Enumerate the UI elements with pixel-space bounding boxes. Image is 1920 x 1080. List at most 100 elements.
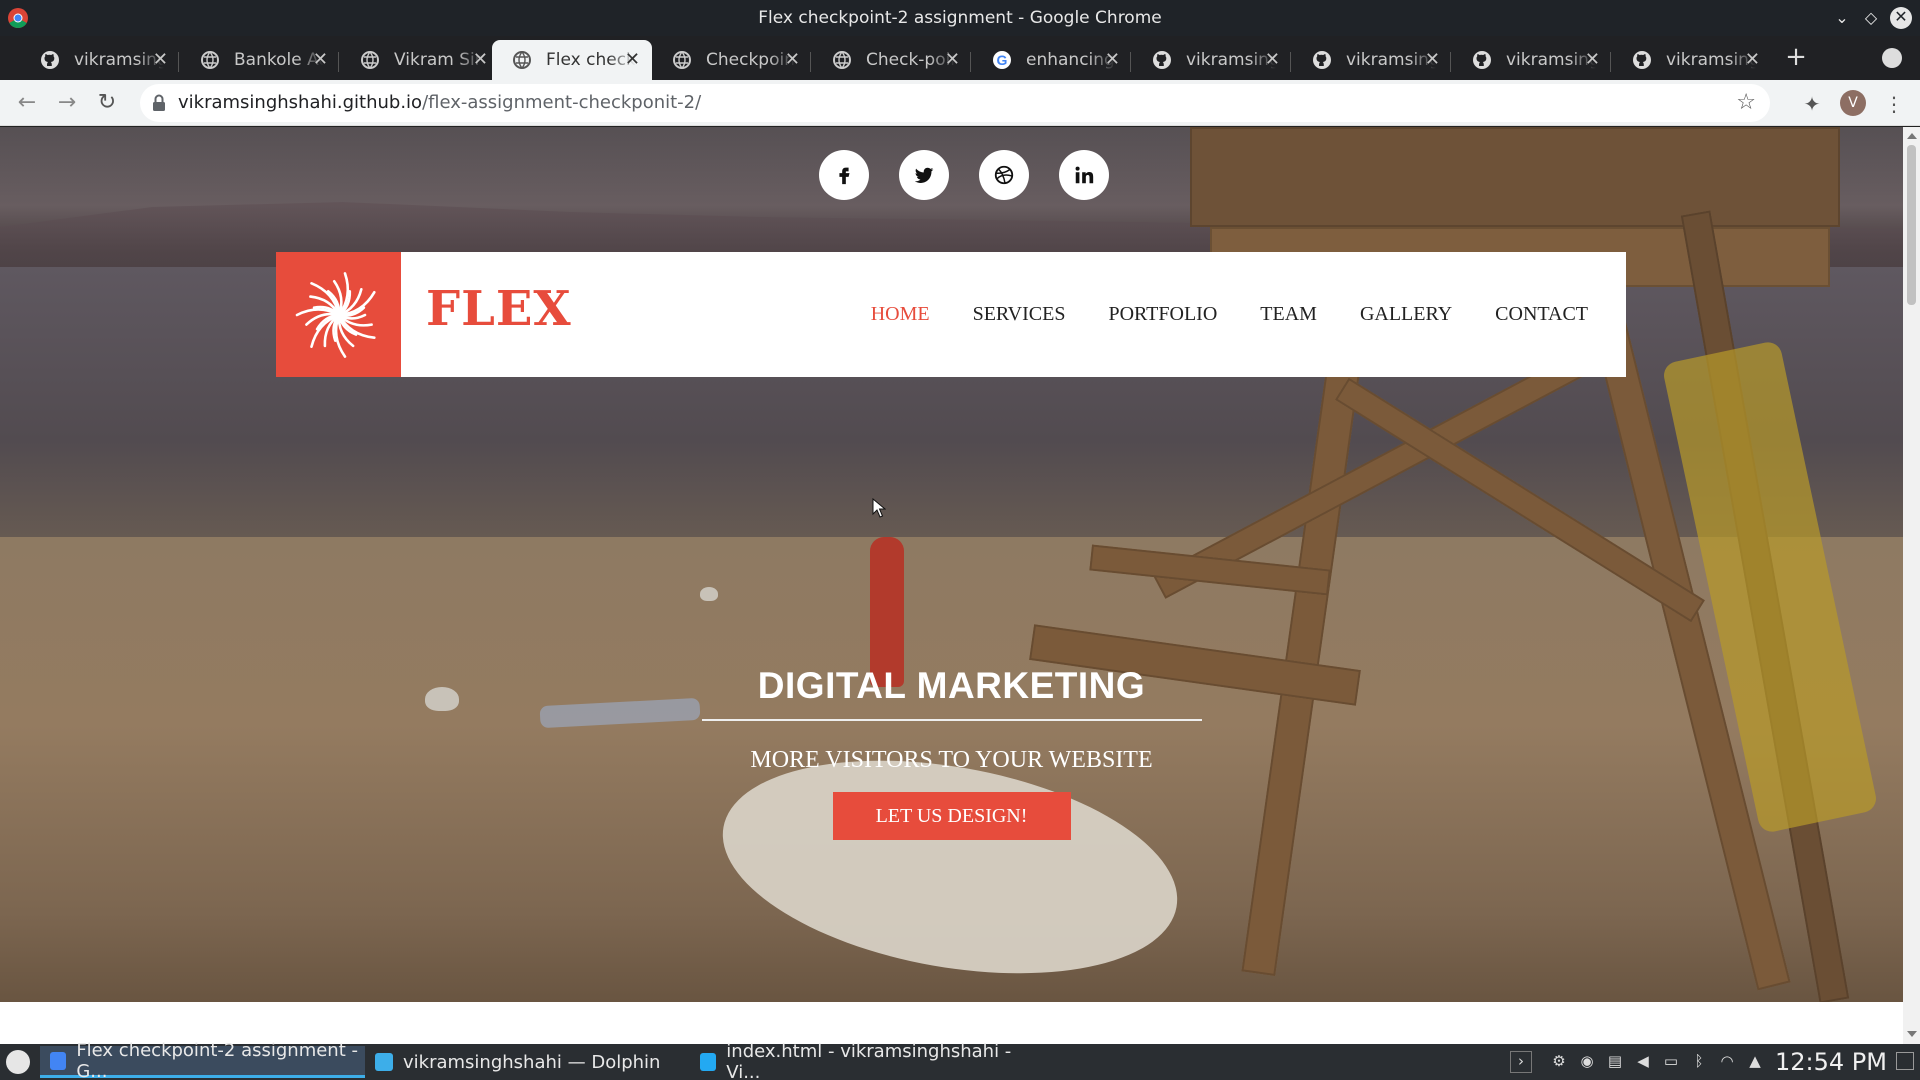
linkedin-icon — [1075, 166, 1094, 184]
svg-text:G: G — [997, 52, 1008, 68]
mouse-cursor-icon — [872, 498, 886, 518]
close-tab-icon[interactable]: ✕ — [313, 50, 328, 70]
scroll-up-arrow-icon[interactable] — [1907, 133, 1917, 139]
globe-icon — [513, 51, 531, 69]
globe-icon — [201, 51, 219, 69]
extensions-puzzle-icon[interactable]: ✦ — [1800, 92, 1824, 116]
address-bar[interactable]: vikramsinghshahi.github.io/flex-assignme… — [140, 84, 1770, 122]
close-tab-icon[interactable]: ✕ — [1425, 50, 1440, 70]
close-tab-icon[interactable]: ✕ — [473, 50, 488, 70]
profile-avatar[interactable]: V — [1840, 90, 1866, 116]
tray-notification-icon[interactable]: ⚙ — [1550, 1052, 1568, 1070]
browser-tab[interactable]: Vikram Singh Shahi✕ — [340, 40, 500, 80]
reload-icon[interactable]: ↻ — [94, 90, 120, 116]
tab-title: Check-point — [866, 50, 956, 70]
facebook-link[interactable] — [819, 150, 869, 200]
browser-tab[interactable]: Checkpoint ✕ — [652, 40, 812, 80]
back-arrow-icon[interactable]: ← — [14, 90, 40, 116]
tray-battery-icon[interactable]: ▭ — [1662, 1052, 1680, 1070]
task-label: Flex checkpoint-2 assignment - G... — [76, 1039, 358, 1080]
nav-portfolio[interactable]: PORTFOLIO — [1108, 303, 1217, 326]
tab-strip: vikramsinghshahi✕Bankole Adebayo✕Vikram … — [0, 36, 1920, 80]
close-tab-icon[interactable]: ✕ — [785, 50, 800, 70]
tab-title: Checkpoint — [706, 50, 796, 70]
show-desktop-icon[interactable] — [1896, 1052, 1914, 1070]
tab-search-icon[interactable] — [1882, 48, 1902, 68]
scroll-down-arrow-icon[interactable] — [1907, 1031, 1917, 1037]
nav-gallery[interactable]: GALLERY — [1360, 303, 1452, 326]
close-tab-icon[interactable]: ✕ — [625, 50, 640, 70]
let-us-design-button[interactable]: LET US DESIGN! — [832, 792, 1071, 840]
page-next-section — [0, 1002, 1903, 1044]
os-taskbar: › ⚙ ◉ ▤ ◀ ▭ ᛒ ◠ ▲ 12:54 PM Flex checkpoi… — [0, 1040, 1920, 1080]
close-window-icon[interactable]: ✕ — [1890, 7, 1912, 29]
chrome-icon — [50, 1051, 67, 1070]
browser-tab[interactable]: Genhancing ✕ — [972, 40, 1132, 80]
browser-tab[interactable]: vikramsinghshahi✕ — [1612, 40, 1772, 80]
tab-title: vikramsinghshahi — [1186, 50, 1276, 70]
dribbble-link[interactable] — [979, 150, 1029, 200]
taskbar-task[interactable]: index.html - vikramsinghshahi - Vi... — [690, 1041, 1020, 1080]
url-host: vikramsinghshahi.github.io — [178, 92, 423, 113]
hero-section: DIGITAL MARKETING MORE VISITORS TO YOUR … — [0, 667, 1903, 840]
app-launcher-icon[interactable] — [6, 1050, 30, 1074]
task-label: index.html - vikramsinghshahi - Vi... — [726, 1041, 1012, 1080]
browser-tab[interactable]: Check-point✕ — [812, 40, 972, 80]
close-tab-icon[interactable]: ✕ — [1105, 50, 1120, 70]
scrollbar-thumb[interactable] — [1907, 145, 1916, 305]
maximize-icon[interactable]: ◇ — [1861, 8, 1881, 28]
bookmark-star-icon[interactable]: ☆ — [1736, 92, 1756, 114]
minimize-icon[interactable]: ⌄ — [1832, 8, 1852, 28]
browser-tab[interactable]: Flex checkpoint-2 assignment✕ — [492, 40, 652, 80]
tab-separator — [1610, 52, 1611, 72]
close-tab-icon[interactable]: ✕ — [153, 50, 168, 70]
forward-arrow-icon[interactable]: → — [54, 90, 80, 116]
google-icon: G — [993, 51, 1011, 69]
dribbble-icon — [994, 165, 1014, 185]
nav-contact[interactable]: CONTACT — [1495, 303, 1588, 326]
site-brand[interactable]: FLEX — [426, 252, 572, 367]
site-logo[interactable] — [276, 252, 401, 377]
tray-wifi-icon[interactable]: ◠ — [1718, 1052, 1736, 1070]
nav-home[interactable]: HOME — [871, 303, 930, 326]
nav-services[interactable]: SERVICES — [973, 303, 1066, 326]
tray-arrow-up-icon[interactable]: ▲ — [1746, 1052, 1764, 1070]
tray-clipboard-icon[interactable]: ▤ — [1606, 1052, 1624, 1070]
tab-separator — [338, 52, 339, 72]
browser-tab[interactable]: Bankole Adebayo✕ — [180, 40, 340, 80]
tray-expand-icon[interactable]: › — [1510, 1051, 1532, 1073]
browser-tab[interactable]: vikramsinghshahi✕ — [1292, 40, 1452, 80]
url-path: /flex-assignment-checkponit-2/ — [422, 92, 702, 113]
globe-icon — [361, 51, 379, 69]
lock-icon — [153, 94, 165, 111]
twitter-link[interactable] — [899, 150, 949, 200]
close-tab-icon[interactable]: ✕ — [945, 50, 960, 70]
menu-kebab-icon[interactable]: ⋮ — [1882, 92, 1906, 116]
tab-title: Flex checkpoint-2 assignment — [546, 50, 636, 70]
browser-tab[interactable]: vikramsinghshahi✕ — [1132, 40, 1292, 80]
taskbar-clock[interactable]: 12:54 PM — [1775, 1044, 1887, 1080]
globe-icon — [673, 51, 691, 69]
tray-volume-icon[interactable]: ◀ — [1634, 1052, 1652, 1070]
github-icon — [1473, 51, 1491, 69]
close-tab-icon[interactable]: ✕ — [1265, 50, 1280, 70]
browser-tab[interactable]: vikramsinghshahi✕ — [1452, 40, 1612, 80]
site-menu: HOME SERVICES PORTFOLIO TEAM GALLERY CONTACT — [871, 252, 1588, 377]
github-icon — [41, 51, 59, 69]
new-tab-button[interactable]: + — [1782, 44, 1810, 72]
tray-bluetooth-icon[interactable]: ᛒ — [1690, 1052, 1708, 1070]
browser-tab[interactable]: vikramsinghshahi✕ — [20, 40, 180, 80]
taskbar-task[interactable]: Flex checkpoint-2 assignment - G... — [40, 1040, 365, 1080]
globe-icon — [833, 51, 851, 69]
close-tab-icon[interactable]: ✕ — [1585, 50, 1600, 70]
window-title: Flex checkpoint-2 assignment - Google Ch… — [758, 8, 1162, 28]
nav-team[interactable]: TEAM — [1260, 303, 1317, 326]
taskbar-task[interactable]: vikramsinghshahi — Dolphin — [365, 1046, 690, 1078]
tray-vpn-icon[interactable]: ◉ — [1578, 1052, 1596, 1070]
tab-title: vikramsinghshahi — [1666, 50, 1756, 70]
close-tab-icon[interactable]: ✕ — [1745, 50, 1760, 70]
tab-separator — [178, 52, 179, 72]
linkedin-link[interactable] — [1059, 150, 1109, 200]
tab-title: vikramsinghshahi — [1346, 50, 1436, 70]
page-scrollbar[interactable] — [1903, 127, 1920, 1044]
